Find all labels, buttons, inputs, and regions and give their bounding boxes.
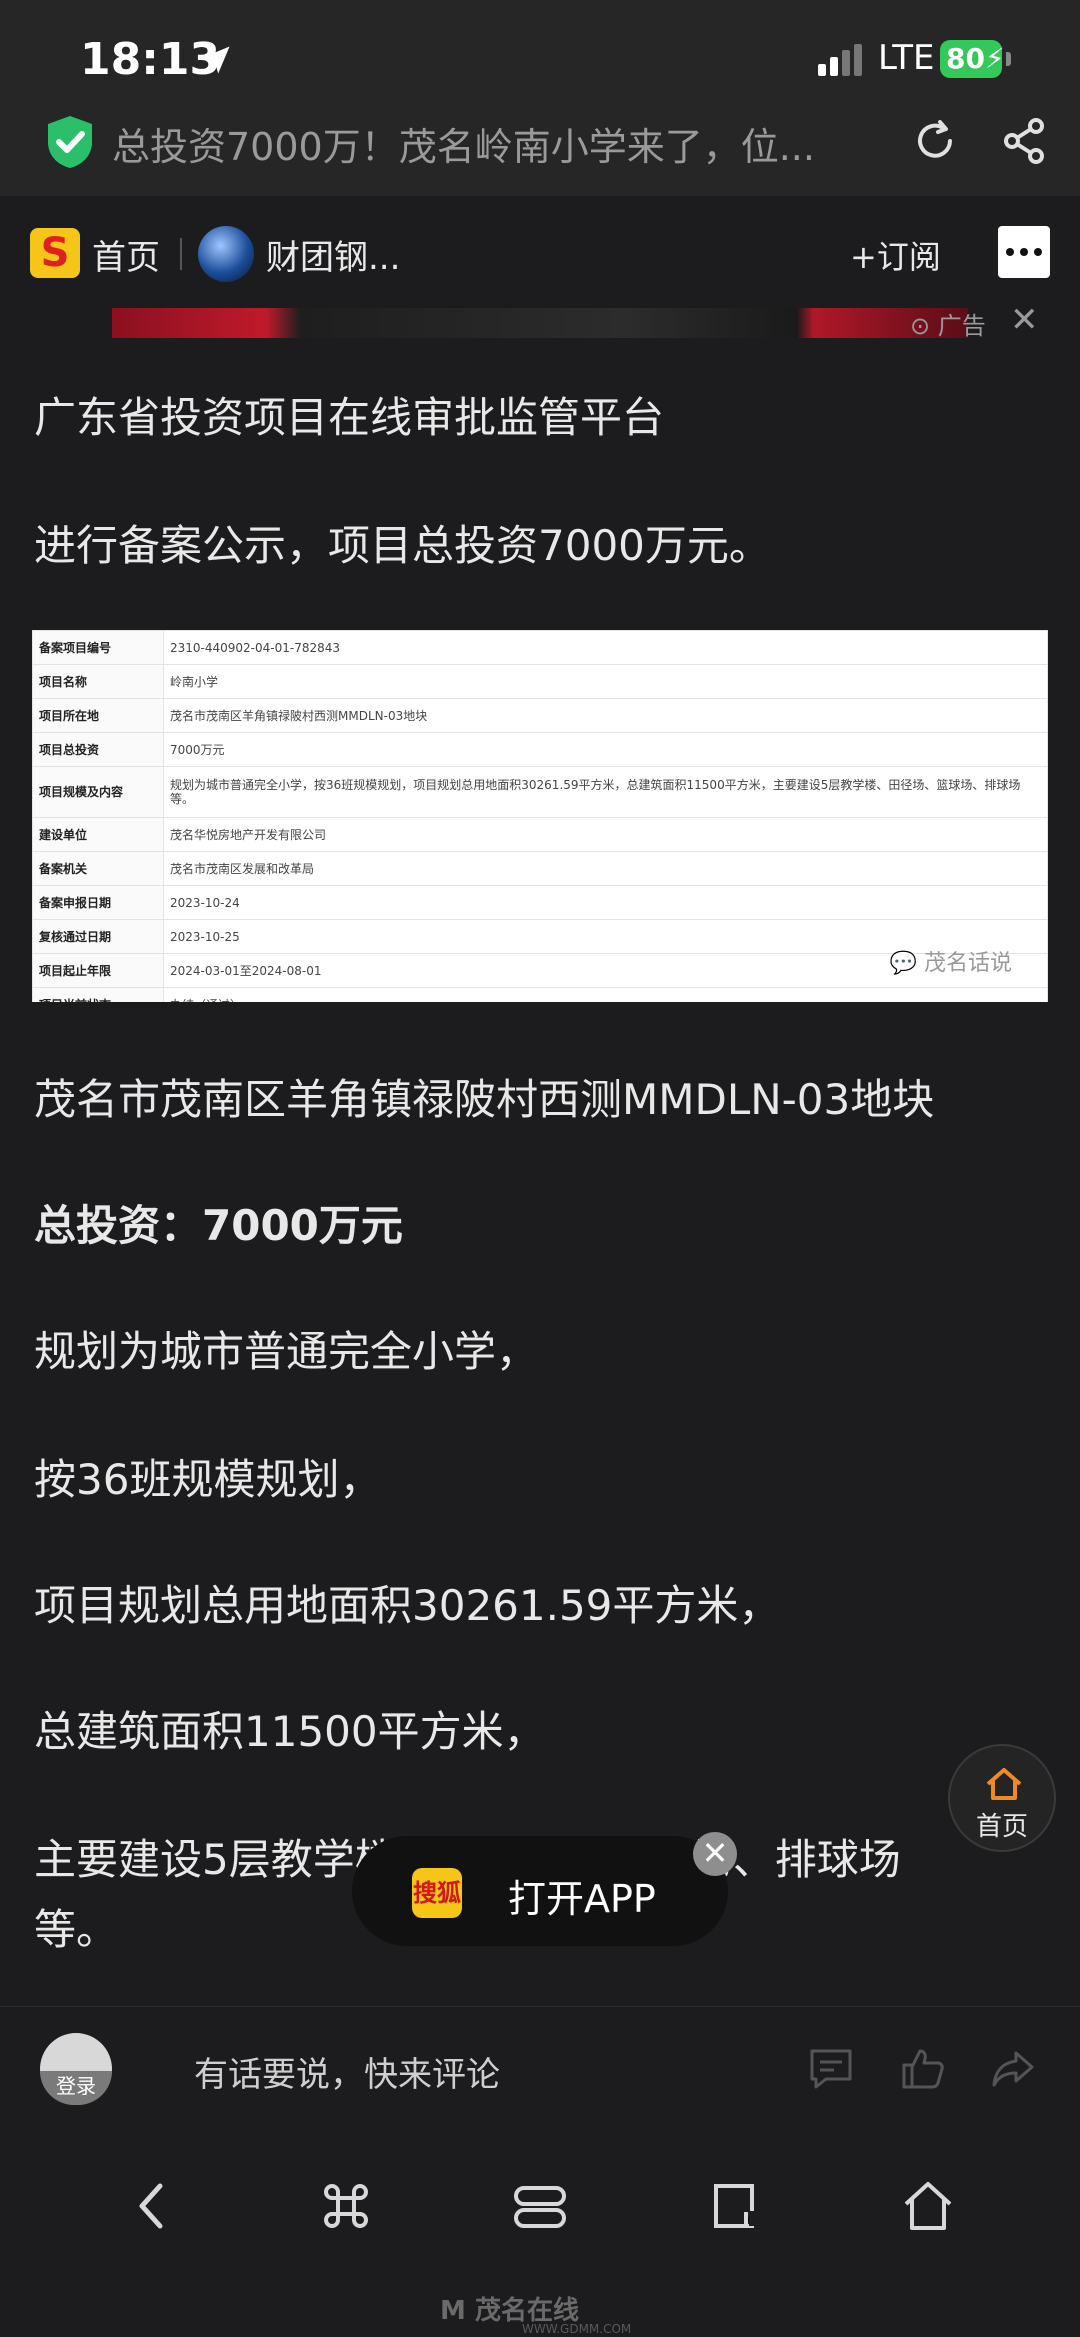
nav-divider xyxy=(180,238,182,270)
comment-input[interactable]: 有话要说，快来评论 xyxy=(194,2047,500,2096)
record-value: 茂名华悦房地产开发有限公司 xyxy=(163,817,1048,852)
table-watermark: 💬 茂名话说 xyxy=(889,951,1012,976)
record-value: 2023-10-24 xyxy=(163,885,1048,920)
record-row: 项目规模及内容 规划为城市普通完全小学，按36班规模规划，项目规划总用地面积302… xyxy=(32,766,1048,818)
channel-name[interactable]: 财团钢... xyxy=(266,230,400,279)
record-key: 项目起止年限 xyxy=(32,953,164,988)
record-key: 复核通过日期 xyxy=(32,919,164,954)
footer-watermark-url: WWW.GDMM.COM xyxy=(522,2322,632,2336)
record-row: 备案项目编号 2310-440902-04-01-782843 xyxy=(32,630,1048,665)
shield-check-icon xyxy=(48,116,92,168)
comment-bar: 登录 有话要说，快来评论 xyxy=(0,2006,1080,2133)
article-paragraph: 按36班规模规划， xyxy=(34,1455,382,1504)
open-app-button[interactable]: 搜狐 打开APP xyxy=(352,1836,728,1946)
record-table-image: 备案项目编号 2310-440902-04-01-782843 项目名称 岭南小学 项目… xyxy=(32,630,1048,1002)
record-value: 2310-440902-04-01-782843 xyxy=(163,630,1048,665)
ad-banner[interactable] xyxy=(112,308,968,338)
network-type: LTE xyxy=(878,38,935,78)
ad-label: ⊙ 广告 xyxy=(910,312,986,340)
record-row: 项目名称 岭南小学 xyxy=(32,664,1048,699)
article-paragraph: 总投资：7000万元 xyxy=(34,1201,403,1250)
home-icon xyxy=(986,1768,1022,1800)
article-paragraph: 广东省投资项目在线审批监管平台 xyxy=(34,393,665,442)
page-title[interactable]: 总投资7000万！茂名岭南小学来了，位... xyxy=(112,116,892,171)
record-key: 备案申报日期 xyxy=(32,885,164,920)
location-arrow-icon xyxy=(202,46,230,74)
battery-indicator: 80⚡ xyxy=(940,40,1005,78)
more-menu-button[interactable] xyxy=(998,226,1050,278)
record-value: 岭南小学 xyxy=(163,664,1048,699)
record-key: 建设单位 xyxy=(32,817,164,852)
record-value: 茂名市茂南区羊角镇禄陂村西测MMDLN-03地块 xyxy=(163,698,1048,733)
record-key: 项目规模及内容 xyxy=(32,766,164,818)
record-key: 项目当前状态 xyxy=(32,987,164,1002)
battery-level: 80 xyxy=(946,42,985,75)
reload-icon[interactable] xyxy=(910,116,960,166)
article-paragraph: 等。 xyxy=(34,1905,119,1954)
record-row: 备案申报日期 2023-10-24 xyxy=(32,885,1048,920)
open-app-label: 打开APP xyxy=(508,1877,656,1921)
subscribe-button[interactable]: +订阅 xyxy=(850,232,941,278)
record-key: 备案机关 xyxy=(32,851,164,886)
record-key: 项目总投资 xyxy=(32,732,164,767)
article-paragraph: 总建筑面积11500平方米， xyxy=(34,1707,546,1756)
sohu-app-logo: 搜狐 xyxy=(412,1868,462,1918)
share-icon[interactable] xyxy=(1000,116,1050,166)
back-icon[interactable] xyxy=(122,2176,182,2236)
repost-icon[interactable] xyxy=(990,2047,1036,2091)
login-label[interactable]: 登录 xyxy=(40,2071,112,2105)
record-row: 项目当前状态办结（通过） xyxy=(32,987,1048,1002)
tabs-icon[interactable] xyxy=(510,2176,570,2236)
record-key: 项目所在地 xyxy=(32,698,164,733)
article-paragraph: 进行备案公示，项目总投资7000万元。 xyxy=(34,521,771,570)
record-value: 7000万元 xyxy=(163,732,1048,767)
browser-toolbar: M 茂名在线 WWW.GDMM.COM xyxy=(0,2132,1080,2337)
nav-home-link[interactable]: 首页 xyxy=(92,230,160,279)
command-menu-icon[interactable] xyxy=(316,2176,376,2236)
battery-tip xyxy=(1006,52,1011,66)
record-row: 项目总投资 7000万元 xyxy=(32,732,1048,767)
comment-icon[interactable] xyxy=(808,2047,854,2091)
record-value: 茂名市茂南区发展和改革局 xyxy=(163,851,1048,886)
home-icon[interactable] xyxy=(898,2176,958,2236)
like-icon[interactable] xyxy=(900,2045,946,2091)
window-count-icon[interactable] xyxy=(704,2176,764,2236)
top-nav: S 首页 财团钢... +订阅 xyxy=(0,200,1080,304)
record-row: 项目所在地 茂名市茂南区羊角镇禄陂村西测MMDLN-03地块 xyxy=(32,698,1048,733)
channel-avatar[interactable] xyxy=(198,226,254,282)
sohu-logo[interactable]: S xyxy=(30,228,80,278)
floating-home-button[interactable]: 首页 xyxy=(948,1744,1056,1852)
article-paragraph: 茂名市茂南区羊角镇禄陂村西测MMDLN-03地块 xyxy=(34,1075,935,1124)
article-paragraph: 项目规划总用地面积30261.59平方米， xyxy=(34,1581,781,1630)
article-paragraph: 规划为城市普通完全小学， xyxy=(34,1327,539,1376)
record-key: 项目名称 xyxy=(32,664,164,699)
ad-close-icon[interactable]: ✕ xyxy=(1010,300,1039,340)
record-key: 备案项目编号 xyxy=(32,630,164,665)
close-icon[interactable]: ✕ xyxy=(693,1832,737,1876)
record-value: 办结（通过） xyxy=(163,987,1048,1002)
record-value: 规划为城市普通完全小学，按36班规模规划，项目规划总用地面积30261.59平方… xyxy=(163,766,1048,818)
signal-icon xyxy=(818,44,862,76)
record-row: 备案机关 茂名市茂南区发展和改革局 xyxy=(32,851,1048,886)
record-row: 建设单位 茂名华悦房地产开发有限公司 xyxy=(32,817,1048,852)
address-bar[interactable]: 总投资7000万！茂名岭南小学来了，位... xyxy=(0,100,1080,196)
floating-home-label: 首页 xyxy=(975,1812,1028,1842)
